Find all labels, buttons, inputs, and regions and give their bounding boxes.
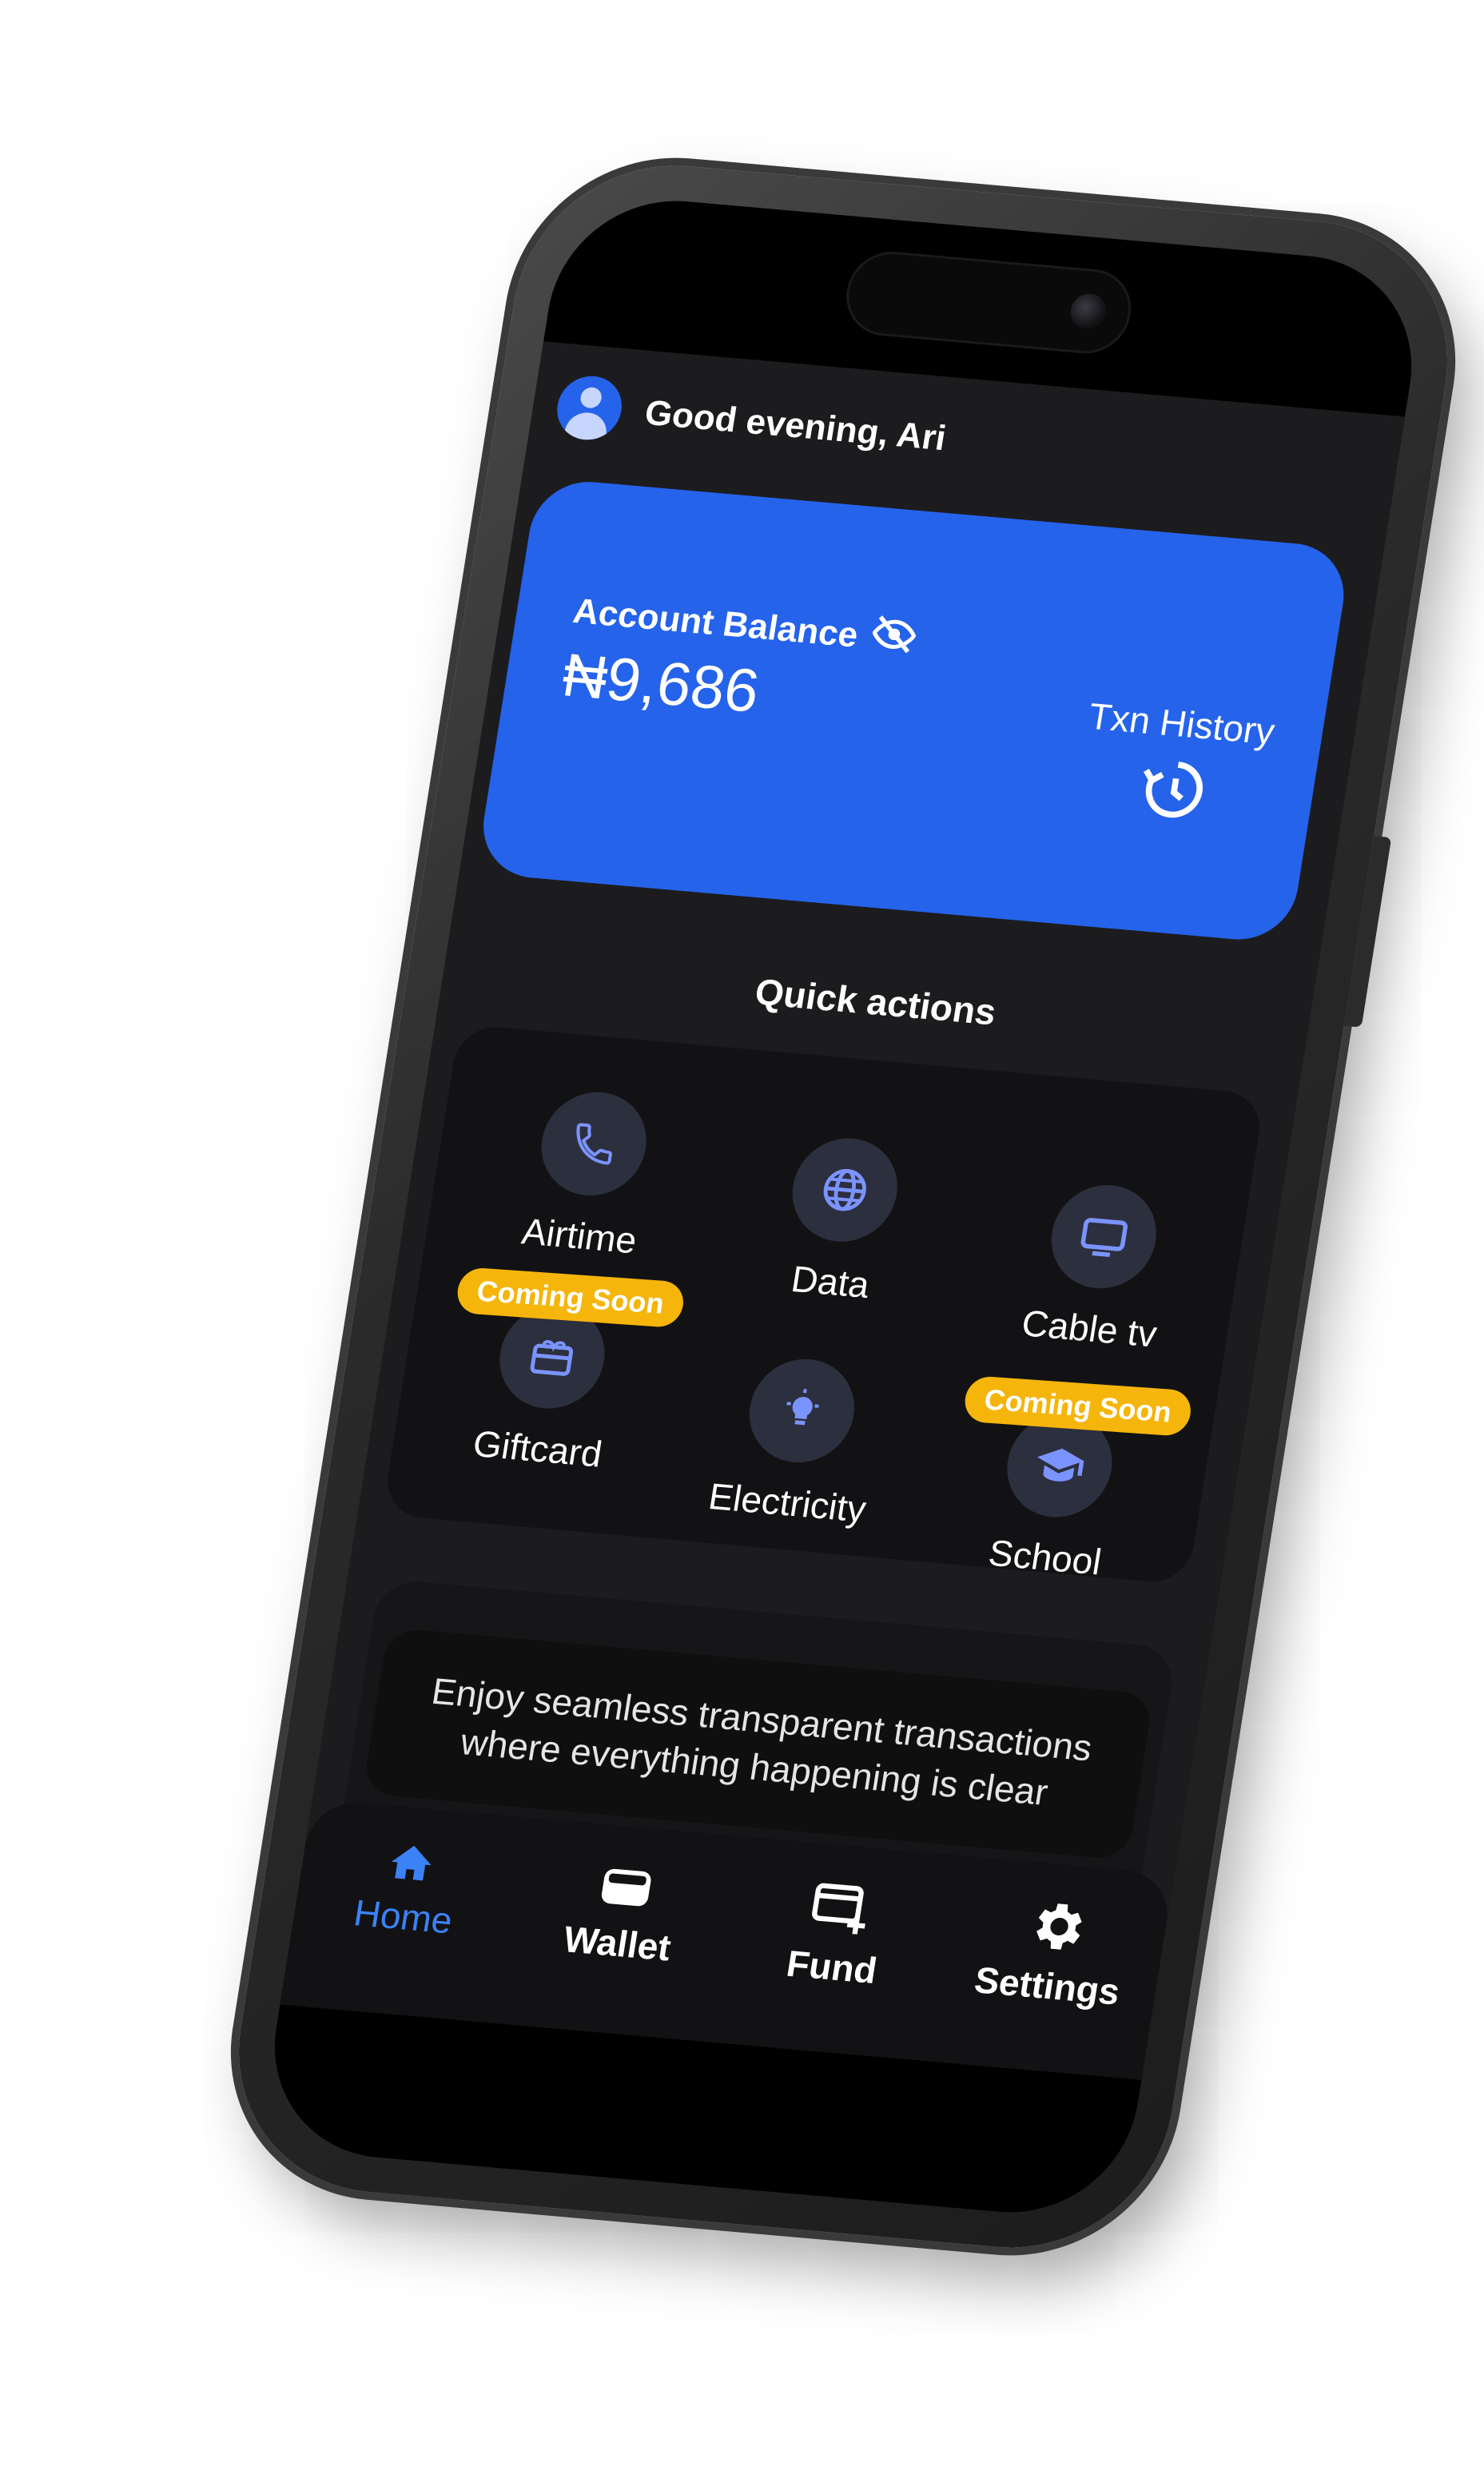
tab-settings[interactable]: Settings <box>953 1888 1153 2015</box>
screenshot-stage: Good evening, Ari Account Balance ₦9,686… <box>0 0 1484 2474</box>
dynamic-island <box>840 248 1137 357</box>
quick-action-airtime[interactable]: Airtime <box>480 1084 698 1266</box>
phone-frame: Good evening, Ari Account Balance ₦9,686… <box>217 153 1470 2261</box>
quick-action-electricity[interactable]: Electricity <box>688 1351 905 1533</box>
phone-screen: Good evening, Ari Account Balance ₦9,686… <box>257 191 1429 2222</box>
balance-value: ₦9,686 <box>558 641 764 726</box>
tab-label: Settings <box>971 1959 1123 2013</box>
bulb-icon <box>742 1354 862 1467</box>
quick-action-label: Airtime <box>519 1210 640 1262</box>
camera-lens <box>1068 292 1109 331</box>
gear-icon <box>1036 1903 1082 1950</box>
txn-history-label: Txn History <box>1085 694 1278 753</box>
tab-label: Home <box>351 1891 456 1942</box>
quick-action-label: Data <box>788 1257 873 1306</box>
eye-off-icon[interactable] <box>868 611 919 666</box>
quick-action-label: School <box>985 1531 1104 1583</box>
tab-wallet[interactable]: Wallet <box>523 1851 722 1973</box>
balance-card: Account Balance ₦9,686 Txn History <box>475 477 1352 945</box>
card-add-icon <box>812 1883 866 1935</box>
side-button <box>1343 836 1392 1028</box>
globe-icon <box>785 1134 905 1247</box>
quick-action-label: Electricity <box>706 1475 869 1530</box>
tab-home[interactable]: Home <box>308 1832 507 1946</box>
txn-history-button[interactable]: Txn History <box>1073 694 1278 831</box>
quick-action-cable-tv[interactable]: Cable tv <box>990 1177 1207 1358</box>
quick-actions-panel: Airtime Data Cable tv Giftcard Coming So… <box>381 1024 1266 1585</box>
app-home-screen: Good evening, Ari Account Balance ₦9,686… <box>280 341 1405 2080</box>
quick-action-data[interactable]: Data <box>731 1130 949 1311</box>
promo-text: Enjoy seamless transparent transactions … <box>428 1669 1096 1813</box>
home-icon <box>392 1845 432 1881</box>
phone-icon <box>534 1088 654 1200</box>
wallet-icon <box>601 1868 651 1907</box>
tab-label: Wallet <box>560 1918 674 1969</box>
greeting-row: Good evening, Ari <box>552 373 950 471</box>
tab-fund[interactable]: Fund <box>737 1869 937 1996</box>
tv-icon <box>1044 1180 1164 1293</box>
greeting-text: Good evening, Ari <box>642 392 949 459</box>
quick-action-label: Cable tv <box>1019 1302 1160 1355</box>
user-circle-icon[interactable] <box>552 373 627 443</box>
history-icon <box>1143 762 1203 818</box>
tab-label: Fund <box>783 1942 880 1992</box>
quick-action-label: Giftcard <box>470 1422 606 1475</box>
